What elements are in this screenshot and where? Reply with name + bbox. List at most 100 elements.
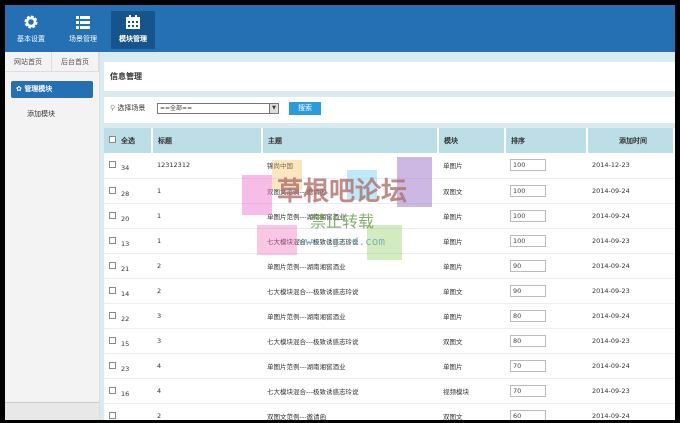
row-id: 28	[121, 189, 130, 198]
row-title: 1	[152, 203, 262, 229]
row-date: 2014-09-23	[587, 278, 674, 304]
row-checkbox[interactable]	[109, 261, 116, 269]
row-subject[interactable]: 单图片范例---湖南湘窖酒业	[262, 253, 438, 279]
row-checkbox[interactable]	[109, 311, 116, 319]
row-order-cell: 100	[505, 178, 587, 204]
row-subject[interactable]: 单图片范例---湖南湘窖酒业	[262, 353, 438, 379]
header-date: 添加时间	[587, 128, 675, 153]
row-select-cell: 15	[104, 328, 152, 354]
row-order-cell: 70	[505, 353, 587, 379]
table-row: 16 4 七大模块混合---极致诱惑志玲说 视频模块 70 2014-09-23	[104, 378, 674, 404]
row-module: 单图片	[438, 153, 505, 179]
sidebar-footer	[5, 402, 99, 420]
row-checkbox[interactable]	[109, 186, 116, 194]
table-row: 34 12312312 锦尚中国 单图片 100 2014-12-23	[104, 153, 674, 179]
order-input[interactable]: 100	[510, 184, 546, 197]
nav-basic-settings[interactable]: 基本设置	[9, 11, 53, 49]
row-checkbox[interactable]	[109, 361, 116, 369]
row-module: 双图文	[438, 178, 505, 204]
row-order-cell: 80	[505, 328, 587, 354]
row-subject[interactable]: 七大模块混合---极致诱惑志玲说	[262, 228, 438, 254]
row-checkbox[interactable]	[109, 411, 116, 419]
main-content: 信息管理 ⚲ 选择场景 ==全部== ▼ 搜索 全选 标题 主题 模块 排序 添加…	[100, 52, 675, 420]
search-button[interactable]: 搜索	[289, 102, 321, 115]
table-row: 23 4 单图片范例---湖南湘窖酒业 单图片 70 2014-09-24	[104, 353, 674, 379]
row-title: 1	[152, 228, 262, 254]
tab-site-home[interactable]: 网站首页	[5, 52, 52, 71]
nav-scene-management[interactable]: 场景管理	[61, 11, 105, 49]
row-title: 1	[152, 178, 262, 204]
row-order-cell: 100	[505, 153, 587, 179]
row-module: 单图片	[438, 353, 505, 379]
order-input[interactable]: 60	[510, 409, 546, 420]
row-id: 14	[121, 289, 130, 298]
row-select-cell: 28	[104, 178, 152, 204]
row-id: 22	[121, 314, 130, 323]
row-select-cell: 14	[104, 278, 152, 304]
order-input[interactable]: 80	[510, 309, 546, 322]
row-checkbox[interactable]	[109, 161, 116, 169]
row-select-cell: 22	[104, 303, 152, 329]
scene-select[interactable]: ==全部== ▼	[157, 103, 279, 114]
row-checkbox[interactable]	[109, 236, 116, 244]
row-select-cell: 21	[104, 253, 152, 279]
row-order-cell: 90	[505, 253, 587, 279]
row-subject[interactable]: 双图文范例---邀请函	[262, 178, 438, 204]
row-order-cell: 100	[505, 228, 587, 254]
row-id: 13	[121, 239, 130, 248]
row-title: 3	[152, 303, 262, 329]
order-input[interactable]: 90	[510, 259, 546, 272]
row-subject[interactable]: 七大模块混合---极致诱惑志玲说	[262, 328, 438, 354]
tab-admin-home[interactable]: 后台首页	[52, 52, 99, 71]
row-order-cell: 100	[505, 203, 587, 229]
row-id: 21	[121, 264, 130, 273]
page-title: 信息管理	[104, 62, 675, 91]
search-icon: ⚲	[110, 104, 116, 112]
sidebar-item-add-module[interactable]: 添加模块	[5, 98, 99, 119]
row-select-cell: 34	[104, 153, 152, 179]
nav-module-management[interactable]: 模块管理	[111, 11, 155, 49]
row-checkbox[interactable]	[109, 336, 116, 344]
table-row: 2 双图文范例---邀请函 双图文 60 2014-09-24	[104, 403, 674, 420]
row-title: 3	[152, 328, 262, 354]
order-input[interactable]: 100	[510, 159, 546, 172]
table-row: 14 2 七大模块混合---极致诱惑志玲说 单图文 90 2014-09-23	[104, 278, 674, 304]
row-order-cell: 80	[505, 303, 587, 329]
sidebar-item-manage-modules[interactable]: ✿ 管理模块	[11, 81, 93, 98]
row-module: 单图片	[438, 203, 505, 229]
table-row: 13 1 七大模块混合---极致诱惑志玲说 单图片 100 2014-09-23	[104, 228, 674, 254]
select-all-checkbox[interactable]	[109, 135, 116, 143]
row-date: 2014-09-24	[587, 303, 674, 329]
row-subject[interactable]: 双图文范例---邀请函	[262, 403, 438, 420]
order-input[interactable]: 100	[510, 209, 546, 222]
row-date: 2014-09-24	[587, 203, 674, 229]
row-module: 双图文	[438, 403, 505, 420]
row-date: 2014-09-24	[587, 403, 674, 420]
header-subject: 主题	[262, 128, 439, 153]
row-subject[interactable]: 七大模块混合---极致诱惑志玲说	[262, 278, 438, 304]
row-subject[interactable]: 锦尚中国	[262, 153, 438, 179]
row-date: 2014-09-24	[587, 253, 674, 279]
row-id: 20	[121, 214, 130, 223]
order-input[interactable]: 80	[510, 334, 546, 347]
order-input[interactable]: 90	[510, 284, 546, 297]
row-title: 12312312	[152, 153, 262, 179]
row-subject[interactable]: 单图片范例---湖南湘窖酒业	[262, 203, 438, 229]
header-order: 排序	[505, 128, 588, 153]
app-window: 基本设置 场景管理 模块管理 网站首页 后台首页 ✿ 管理模块 添加模块 信息管…	[5, 5, 675, 420]
order-input[interactable]: 70	[510, 384, 546, 397]
order-input[interactable]: 100	[510, 234, 546, 247]
row-module: 单图片	[438, 303, 505, 329]
select-all-header[interactable]: 全选	[104, 128, 153, 153]
row-date: 2014-09-23	[587, 228, 674, 254]
row-checkbox[interactable]	[109, 211, 116, 219]
row-checkbox[interactable]	[109, 386, 116, 394]
row-checkbox[interactable]	[109, 286, 116, 294]
row-title: 2	[152, 253, 262, 279]
row-subject[interactable]: 七大模块混合---极致诱惑志玲说	[262, 378, 438, 404]
order-input[interactable]: 70	[510, 359, 546, 372]
row-order-cell: 60	[505, 403, 587, 420]
table-row: 21 2 单图片范例---湖南湘窖酒业 单图片 90 2014-09-24	[104, 253, 674, 279]
chevron-down-icon: ▼	[269, 104, 278, 113]
row-subject[interactable]: 单图片范例---湖南湘窖酒业	[262, 303, 438, 329]
